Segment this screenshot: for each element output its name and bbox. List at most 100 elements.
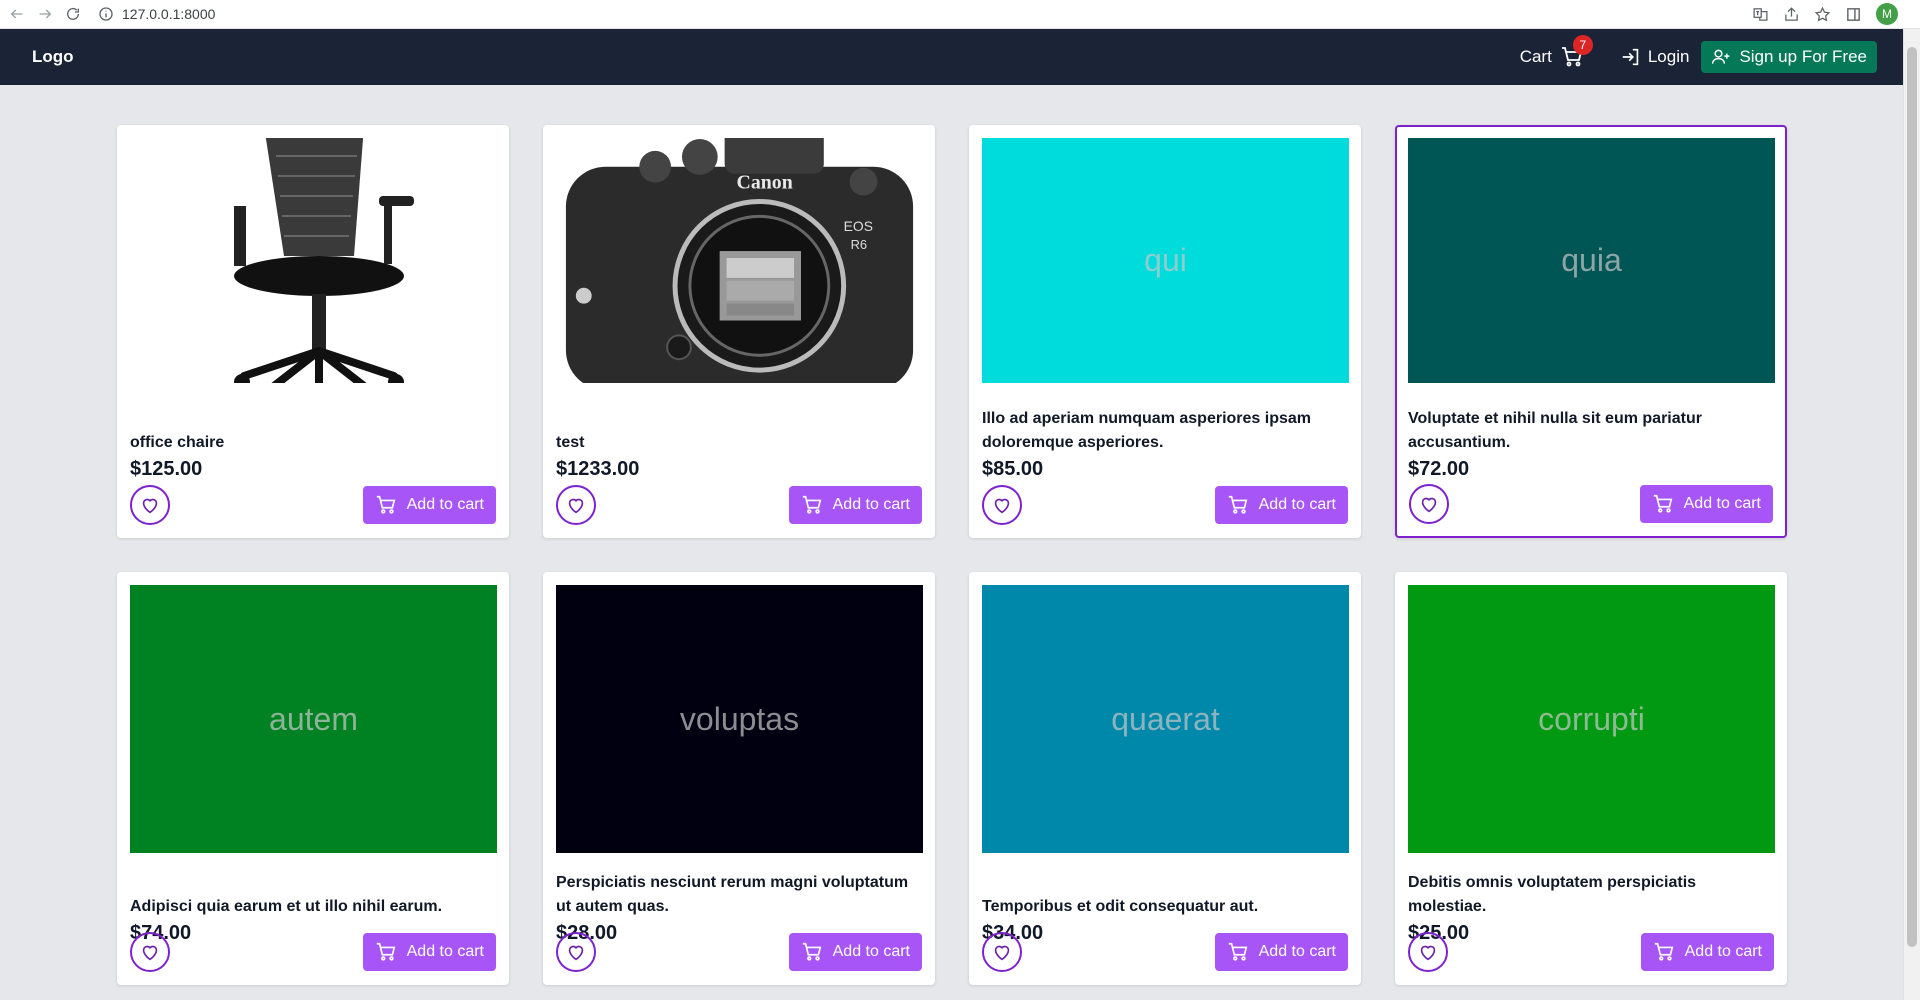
image-placeholder-text: corrupti <box>1538 700 1645 737</box>
wishlist-button[interactable] <box>982 485 1022 525</box>
office-chair-image <box>233 138 414 383</box>
product-card[interactable]: voluptas Perspiciatis nesciunt rerum magn… <box>543 572 935 985</box>
add-to-cart-button[interactable]: Add to cart <box>1214 486 1348 524</box>
logo[interactable]: Logo <box>32 47 74 67</box>
product-image[interactable]: quaerat <box>982 585 1349 853</box>
add-to-cart-button[interactable]: Add to cart <box>1640 933 1774 971</box>
add-to-cart-label: Add to cart <box>406 943 484 960</box>
cart-link[interactable]: Cart 7 <box>1519 35 1593 69</box>
login-label: Login <box>1647 47 1690 66</box>
top-navbar: Logo Cart 7 Login Sign up For Free <box>0 29 1903 85</box>
cart-count-badge: 7 <box>1572 35 1593 55</box>
heart-icon <box>142 945 158 961</box>
product-title[interactable]: Temporibus et odit consequatur aut. <box>982 871 1348 919</box>
user-plus-icon <box>1712 49 1730 64</box>
product-card[interactable]: Canon EOS R6 test $1233.00 Add to cart <box>543 125 935 538</box>
cart-icon <box>1228 942 1247 961</box>
camera-image: Canon EOS R6 <box>565 138 914 383</box>
add-to-cart-button[interactable]: Add to cart <box>788 933 922 971</box>
scrollbar-thumb[interactable] <box>1907 47 1917 947</box>
product-title[interactable]: Illo ad aperiam numquam asperiores ipsam… <box>982 407 1348 455</box>
cart-icon <box>376 495 395 514</box>
info-icon[interactable] <box>98 6 114 22</box>
browser-toolbar: 127.0.0.1:8000 M <box>0 0 1920 29</box>
reload-icon[interactable] <box>62 3 84 25</box>
cart-icon <box>1653 494 1672 513</box>
product-image[interactable]: qui <box>982 138 1349 383</box>
product-price: $85.00 <box>982 458 1044 480</box>
address-bar[interactable]: 127.0.0.1:8000 <box>98 3 1752 25</box>
product-title[interactable]: test <box>556 407 922 455</box>
product-card[interactable]: corrupti Debitis omnis voluptatem perspic… <box>1395 572 1787 985</box>
product-price: $1233.00 <box>556 458 640 480</box>
wishlist-button[interactable] <box>1409 484 1449 524</box>
product-price: $72.00 <box>1408 458 1470 480</box>
product-image[interactable]: Canon EOS R6 <box>556 138 923 383</box>
wishlist-button[interactable] <box>556 485 596 525</box>
heart-icon <box>994 945 1010 961</box>
add-to-cart-button[interactable]: Add to cart <box>362 486 496 524</box>
product-grid: office chaire $125.00 Add to cart Canon E… <box>117 125 1787 985</box>
svg-text:EOS: EOS <box>844 218 873 234</box>
profile-avatar[interactable]: M <box>1876 3 1898 25</box>
login-icon <box>1622 48 1639 66</box>
wishlist-button[interactable] <box>556 932 596 972</box>
heart-icon <box>142 498 158 514</box>
share-icon[interactable] <box>1783 6 1800 23</box>
add-to-cart-label: Add to cart <box>832 496 910 513</box>
product-image[interactable]: corrupti <box>1408 585 1775 853</box>
heart-icon <box>1420 945 1436 961</box>
image-placeholder-text: quia <box>1561 242 1622 278</box>
image-placeholder-text: autem <box>269 700 358 737</box>
image-placeholder-text: qui <box>1144 242 1187 278</box>
page-scrollbar[interactable] <box>1903 29 1920 1000</box>
product-title[interactable]: Perspiciatis nesciunt rerum magni volupt… <box>556 871 922 919</box>
product-image[interactable] <box>130 138 497 383</box>
add-to-cart-label: Add to cart <box>1258 496 1336 513</box>
product-card[interactable]: autem Adipisci quia earum et ut illo nihi… <box>117 572 509 985</box>
cart-icon <box>376 942 395 961</box>
heart-icon <box>568 498 584 514</box>
wishlist-button[interactable] <box>130 932 170 972</box>
product-image[interactable]: quia <box>1408 138 1775 383</box>
image-placeholder-text: quaerat <box>1111 700 1220 737</box>
cart-icon <box>1228 495 1247 514</box>
add-to-cart-button[interactable]: Add to cart <box>788 486 922 524</box>
cart-icon <box>1654 942 1673 961</box>
add-to-cart-button[interactable]: Add to cart <box>362 933 496 971</box>
url-text: 127.0.0.1:8000 <box>122 6 216 22</box>
translate-icon[interactable] <box>1752 6 1769 23</box>
signup-button[interactable]: Sign up For Free <box>1701 41 1877 73</box>
product-image[interactable]: voluptas <box>556 585 923 853</box>
product-price: $125.00 <box>130 458 203 480</box>
wishlist-button[interactable] <box>982 932 1022 972</box>
cart-icon <box>802 942 821 961</box>
add-to-cart-button[interactable]: Add to cart <box>1639 485 1773 523</box>
add-to-cart-label: Add to cart <box>1684 943 1762 960</box>
product-title[interactable]: Debitis omnis voluptatem perspiciatis mo… <box>1408 871 1774 919</box>
product-card[interactable]: qui Illo ad aperiam numquam asperiores ip… <box>969 125 1361 538</box>
product-card[interactable]: office chaire $125.00 Add to cart <box>117 125 509 538</box>
product-card[interactable]: quaerat Temporibus et odit consequatur au… <box>969 572 1361 985</box>
back-icon[interactable] <box>6 3 28 25</box>
add-to-cart-label: Add to cart <box>406 496 484 513</box>
add-to-cart-label: Add to cart <box>1683 495 1761 512</box>
svg-text:Canon: Canon <box>737 171 793 193</box>
wishlist-button[interactable] <box>1408 932 1448 972</box>
svg-text:R6: R6 <box>851 237 867 252</box>
heart-icon <box>994 498 1010 514</box>
add-to-cart-button[interactable]: Add to cart <box>1214 933 1348 971</box>
wishlist-button[interactable] <box>130 485 170 525</box>
product-card[interactable]: quia Voluptate et nihil nulla sit eum par… <box>1395 125 1787 538</box>
product-title[interactable]: office chaire <box>130 407 496 455</box>
image-placeholder-text: voluptas <box>679 700 800 737</box>
product-title[interactable]: Adipisci quia earum et ut illo nihil ear… <box>130 871 496 919</box>
bookmark-star-icon[interactable] <box>1814 6 1831 23</box>
product-image[interactable]: autem <box>130 585 497 853</box>
side-panel-icon[interactable] <box>1845 6 1862 23</box>
login-link[interactable]: Login <box>1620 46 1690 68</box>
forward-icon[interactable] <box>34 3 56 25</box>
product-title[interactable]: Voluptate et nihil nulla sit eum pariatu… <box>1408 407 1774 455</box>
add-to-cart-label: Add to cart <box>1258 943 1336 960</box>
cart-label: Cart <box>1519 47 1552 66</box>
